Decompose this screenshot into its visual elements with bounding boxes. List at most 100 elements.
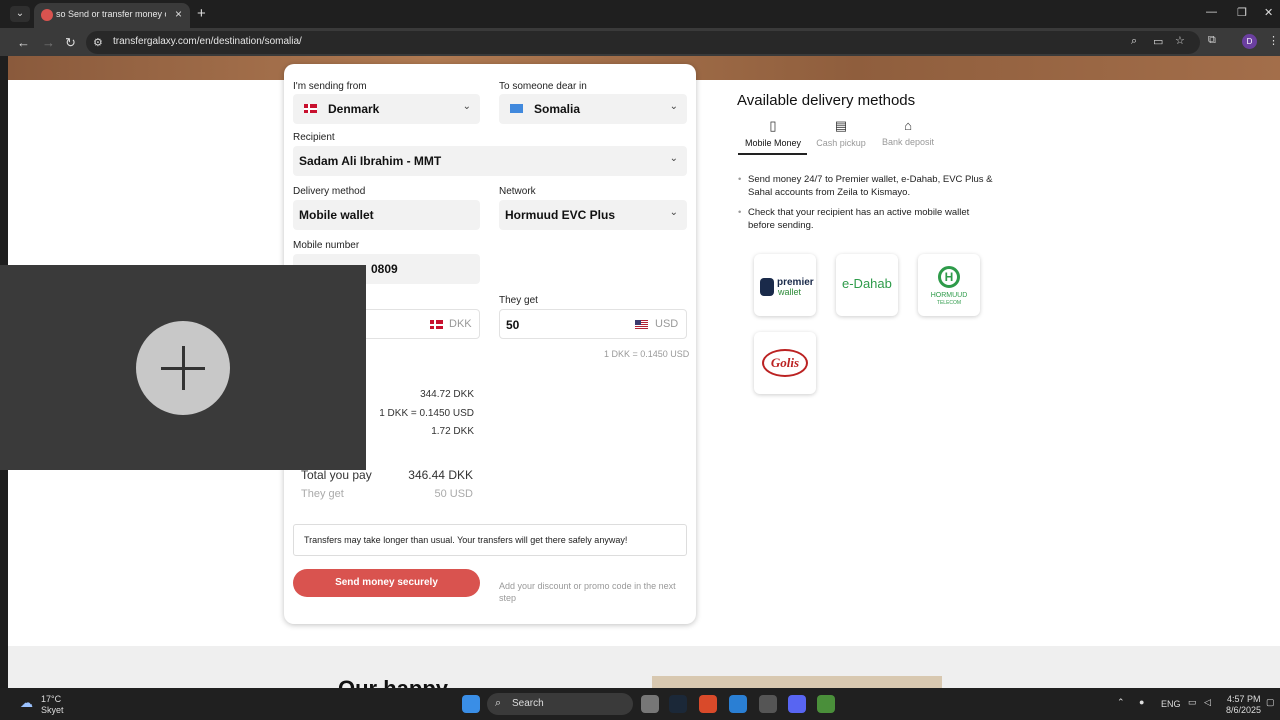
search-label: Search	[512, 698, 544, 709]
hormuud-logo: H HORMUUD TELECOM	[918, 254, 980, 316]
destination-country-value: Somalia	[534, 102, 581, 116]
weather-desc: Skyet	[41, 705, 64, 715]
golis-logo-text: Golis	[762, 349, 808, 377]
maximize-icon[interactable]: ❐	[1237, 6, 1247, 19]
hormuud-sub-text: TELECOM	[936, 300, 962, 306]
us-flag-icon	[635, 320, 648, 329]
denmark-flag-icon	[430, 320, 443, 329]
network-icon[interactable]: ▭	[1188, 697, 1197, 708]
site-favicon-icon	[41, 9, 53, 21]
new-tab-icon[interactable]: +	[197, 5, 206, 22]
recipient-select[interactable]: Sadam Ali Ibrahim - MMT ⌄	[293, 146, 687, 176]
sending-from-label: I'm sending from	[293, 81, 367, 92]
send-money-button[interactable]: Send money securely	[293, 569, 480, 597]
edahab-logo-text: e-Dahab	[842, 276, 892, 291]
chevron-down-icon: ⌄	[669, 207, 678, 218]
discord-icon[interactable]	[788, 695, 806, 713]
footer-section	[8, 646, 1280, 688]
search-icon: ⌕	[495, 697, 502, 709]
premier-wallet-logo: premier wallet	[754, 254, 816, 316]
notice-box: Transfers may take longer than usual. Yo…	[293, 524, 687, 556]
bookmark-star-icon[interactable]: ☆	[1175, 34, 1185, 47]
notification-icon[interactable]: ▢	[1266, 697, 1275, 708]
delivery-method-value: Mobile wallet	[299, 208, 374, 222]
start-icon[interactable]	[462, 695, 480, 713]
weather-temp: 17°C	[41, 694, 62, 704]
active-tab-indicator	[738, 153, 807, 155]
vscode-icon[interactable]	[729, 695, 747, 713]
receive-currency: USD	[655, 318, 679, 330]
clock-date[interactable]: 8/6/2025	[1226, 705, 1261, 715]
forward-icon[interactable]: →	[42, 35, 55, 50]
promo-hint: Add your discount or promo code in the n…	[499, 581, 676, 603]
denmark-flag-icon	[304, 104, 317, 113]
chevron-up-icon[interactable]: ⌃	[1117, 697, 1125, 708]
tab-cash-pickup[interactable]: ▤ Cash pickup	[806, 118, 876, 148]
tab-title: so Send or transfer money onli	[56, 9, 166, 19]
sending-country-value: Denmark	[328, 102, 380, 116]
phone-icon: ▯	[769, 118, 777, 133]
recipient-value: Sadam Ali Ibrahim - MMT	[299, 154, 442, 168]
get-label: They get	[301, 488, 344, 500]
destination-country-select[interactable]: Somalia ⌄	[499, 94, 687, 124]
back-icon[interactable]: ←	[17, 35, 30, 50]
zoom-icon[interactable]: ⌕	[1131, 35, 1137, 48]
delivery-method-field[interactable]: Mobile wallet	[293, 200, 480, 230]
language-indicator[interactable]: ENG	[1161, 699, 1181, 709]
network-label: Network	[499, 186, 536, 197]
tab-search-button[interactable]: ⌄	[10, 6, 30, 22]
total-value: 346.44 DKK	[408, 468, 473, 482]
hormuud-logo-text: HORMUUD	[930, 292, 968, 299]
close-window-icon[interactable]: ✕	[1264, 6, 1273, 19]
card-icon[interactable]: ▭	[1153, 35, 1163, 48]
tab-bank-deposit[interactable]: ⌂ Bank deposit	[873, 118, 943, 147]
volume-icon[interactable]: ◁	[1204, 697, 1211, 708]
golis-logo: Golis	[754, 332, 816, 394]
weather-icon: ☁	[20, 695, 33, 710]
taskbar-search[interactable]: ⌕ Search	[487, 693, 633, 715]
network-select[interactable]: Hormuud EVC Plus ⌄	[499, 200, 687, 230]
task-view-icon[interactable]	[641, 695, 659, 713]
sending-country-select[interactable]: Denmark ⌄	[293, 94, 480, 124]
get-value: 50 USD	[434, 488, 473, 500]
microphone-icon[interactable]: ●	[1139, 697, 1144, 707]
mobile-number-label: Mobile number	[293, 240, 360, 251]
cash-icon: ▤	[834, 118, 848, 133]
plus-icon[interactable]	[136, 321, 230, 415]
edahab-logo: e-Dahab	[836, 254, 898, 316]
clock-time[interactable]: 4:57 PM	[1227, 694, 1261, 704]
to-label: To someone dear in	[499, 81, 587, 92]
delivery-methods-title: Available delivery methods	[737, 92, 916, 109]
receive-amount-value: 50	[506, 318, 520, 332]
extensions-icon[interactable]: ⧉	[1208, 34, 1216, 47]
brave-icon[interactable]	[699, 695, 717, 713]
reload-icon[interactable]: ↻	[65, 35, 76, 51]
wallet-logo-text: wallet	[778, 287, 802, 297]
tab-label: Bank deposit	[881, 137, 935, 147]
bank-icon: ⌂	[904, 118, 912, 133]
minimize-icon[interactable]: —	[1206, 6, 1217, 18]
receive-amount-input[interactable]: 50 USD	[499, 309, 687, 339]
steam-icon[interactable]	[669, 695, 687, 713]
send-currency: DKK	[449, 318, 472, 330]
network-value: Hormuud EVC Plus	[505, 208, 616, 222]
app-icon[interactable]	[759, 695, 777, 713]
add-overlay-panel	[0, 265, 366, 470]
chevron-down-icon: ⌄	[669, 153, 678, 164]
browser-tab[interactable]: so Send or transfer money onli ×	[34, 3, 190, 28]
chevron-down-icon: ⌄	[669, 101, 678, 112]
site-info-icon[interactable]: ⚙	[93, 36, 103, 49]
recipient-label: Recipient	[293, 132, 335, 143]
footer-image	[652, 676, 942, 688]
menu-kebab-icon[interactable]: ⋮	[1268, 34, 1279, 47]
tab-mobile-money[interactable]: ▯ Mobile Money	[738, 118, 808, 148]
they-get-label: They get	[499, 295, 538, 306]
tab-label: Cash pickup	[816, 138, 866, 148]
somalia-flag-icon	[510, 104, 523, 113]
url-text[interactable]: transfergalaxy.com/en/destination/somali…	[113, 36, 302, 47]
delivery-bullet: Check that your recipient has an active …	[738, 206, 998, 232]
profile-avatar[interactable]: D	[1242, 34, 1257, 49]
chrome-icon[interactable]	[817, 695, 835, 713]
close-tab-icon[interactable]: ×	[175, 7, 182, 21]
total-label: Total you pay	[301, 468, 372, 482]
